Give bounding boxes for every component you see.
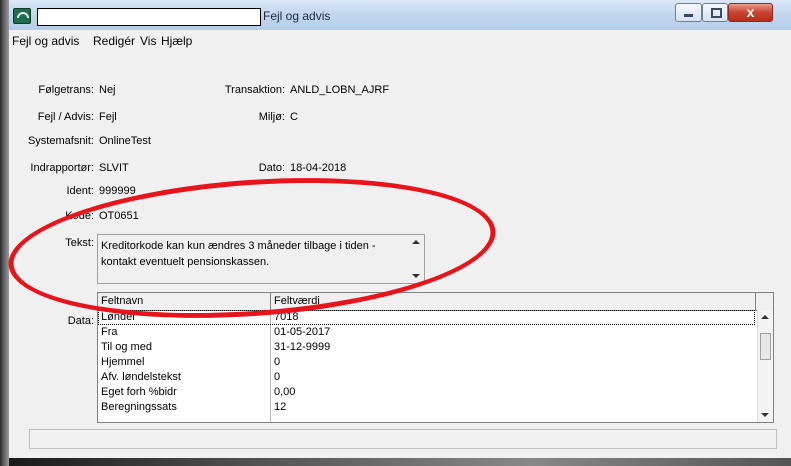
tekst-label: Tekst:: [65, 237, 94, 249]
grid-scrollbar[interactable]: [757, 310, 773, 422]
indrapportor-value: SLVIT: [99, 162, 129, 174]
cell-feltnavn: Eget forh %bidr: [101, 386, 177, 398]
table-row[interactable]: Hjemmel 0: [98, 355, 758, 370]
cell-feltnavn: Til og med: [101, 341, 152, 353]
transaktion-value: ANLD_LOBN_AJRF: [290, 84, 390, 96]
kode-label: Kode:: [65, 210, 94, 222]
minimize-button[interactable]: [675, 3, 702, 22]
table-row[interactable]: Afv. løndelstekst 0: [98, 370, 758, 385]
miljo-value: C: [290, 111, 298, 123]
fejl-advis-label: Fejl / Advis:: [37, 111, 94, 123]
ident-label: Ident:: [66, 185, 94, 197]
cell-feltnavn: Løndel: [101, 311, 135, 323]
data-grid[interactable]: Feltnavn Feltværdi Løndel 7018 Fra 01-05-20…: [97, 292, 774, 423]
app-icon[interactable]: [13, 8, 31, 24]
title-bar[interactable]: Fejl og advis x: [9, 0, 791, 30]
table-row[interactable]: Til og med 31-12-9999: [98, 340, 758, 355]
systemafsnit-value: OnlineTest: [99, 135, 151, 147]
taskbar-edge: [9, 458, 791, 466]
indrapportor-label: Indrapportør:: [30, 162, 94, 174]
cell-feltvaerdi: 01-05-2017: [274, 326, 331, 338]
column-header-feltnavn[interactable]: Feltnavn: [101, 295, 143, 307]
scroll-up-icon[interactable]: [761, 315, 769, 319]
tekst-scrollbar[interactable]: [408, 235, 424, 283]
menu-bar: Fejl og advis Redigér Vis Hjælp: [9, 32, 791, 50]
scroll-down-icon[interactable]: [761, 413, 769, 417]
systemafsnit-label: Systemafsnit:: [27, 135, 94, 147]
cell-feltnavn: Fra: [101, 326, 118, 338]
screenshot-frame: Fejl og advis x Fejl og advis Redigér Vi…: [0, 0, 791, 466]
tekst-value: Kreditorkode kan kun ændres 3 måneder ti…: [101, 240, 376, 268]
cell-feltvaerdi: 7018: [274, 311, 299, 323]
scroll-down-icon[interactable]: [412, 274, 420, 278]
scroll-up-icon[interactable]: [412, 240, 420, 244]
column-header-feltvaerdi[interactable]: Feltværdi: [274, 295, 320, 307]
menu-vis[interactable]: Vis: [140, 34, 156, 48]
column-divider[interactable]: [755, 293, 756, 310]
table-row[interactable]: Eget forh %bidr 0,00: [98, 385, 758, 400]
tekst-textarea[interactable]: Kreditorkode kan kun ændres 3 måneder ti…: [97, 234, 425, 284]
status-bar: [29, 429, 777, 449]
folgetrans-label: Følgetrans:: [38, 84, 94, 96]
scroll-thumb[interactable]: [760, 333, 771, 360]
kode-value: OT0651: [99, 210, 139, 222]
dato-label: Dato:: [258, 162, 285, 174]
fejl-advis-value: Fejl: [99, 111, 117, 123]
column-divider[interactable]: [270, 293, 271, 310]
cell-feltnavn: Beregningssats: [101, 401, 177, 413]
maximize-button[interactable]: [702, 3, 728, 22]
menu-fejl-og-advis[interactable]: Fejl og advis: [12, 34, 79, 48]
cell-feltvaerdi: 0,00: [274, 386, 296, 398]
table-row[interactable]: Beregningssats 12: [98, 400, 758, 415]
transaktion-label: Transaktion:: [224, 84, 285, 96]
cell-feltvaerdi: 12: [274, 401, 287, 413]
menu-rediger[interactable]: Redigér: [93, 34, 135, 48]
cell-feltnavn: Afv. løndelstekst: [101, 371, 181, 383]
menu-hjaelp[interactable]: Hjælp: [161, 34, 192, 48]
cell-feltvaerdi: 0: [274, 356, 281, 368]
dato-value: 18-04-2018: [290, 162, 347, 174]
table-row[interactable]: Løndel 7018: [98, 310, 755, 325]
cell-feltnavn: Hjemmel: [101, 356, 145, 368]
background-window-edge: [0, 0, 9, 466]
fejl-og-advis-window: Fejl og advis x Fejl og advis Redigér Vi…: [9, 0, 791, 458]
form-content: Følgetrans: Nej Transaktion: ANLD_LOBN_A…: [9, 52, 791, 458]
data-label: Data:: [67, 315, 94, 327]
table-row[interactable]: Fra 01-05-2017: [98, 325, 758, 340]
ident-value: 999999: [99, 185, 136, 197]
redacted-title-field: [37, 8, 261, 26]
cell-feltvaerdi: 0: [274, 371, 281, 383]
folgetrans-value: Nej: [99, 84, 116, 96]
close-icon: x: [746, 4, 755, 20]
close-button[interactable]: x: [728, 3, 773, 22]
window-title: Fejl og advis: [263, 9, 331, 23]
cell-feltvaerdi: 31-12-9999: [274, 341, 331, 353]
grid-header: Feltnavn Feltværdi: [98, 293, 773, 311]
miljo-label: Miljø:: [258, 111, 285, 123]
